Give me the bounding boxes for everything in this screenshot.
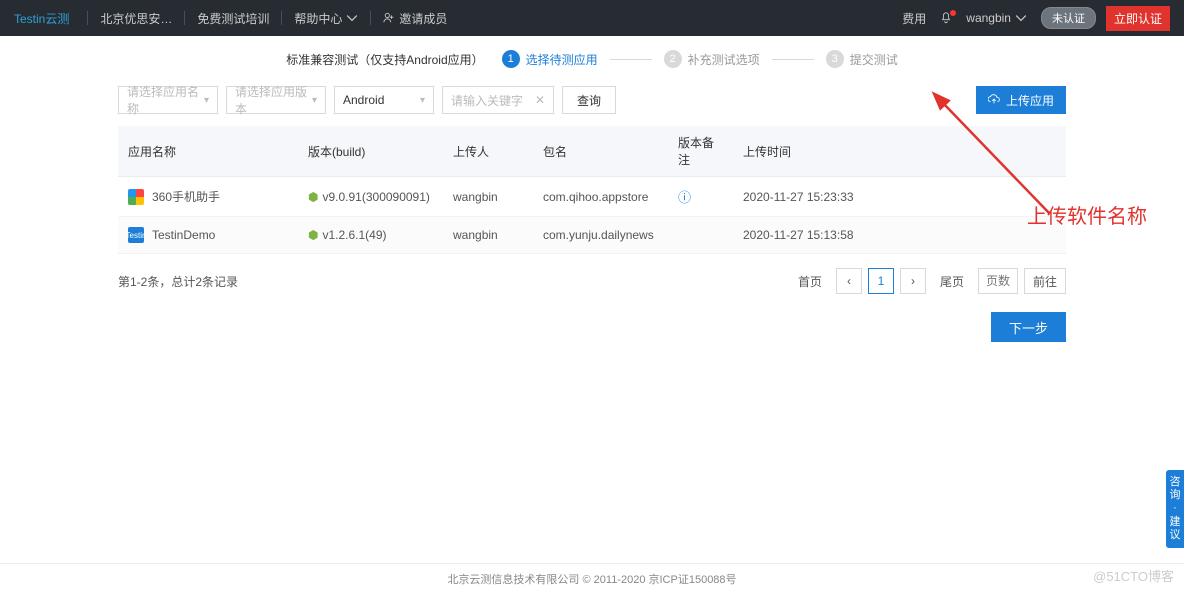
chevron-down-icon: ▾ <box>312 95 317 106</box>
app-version: v1.2.6.1(49) <box>322 228 386 242</box>
step-2[interactable]: 2补充测试选项 <box>664 50 760 68</box>
app-uploader: wangbin <box>443 177 533 217</box>
app-table: 应用名称 版本(build) 上传人 包名 版本备注 上传时间 360手机助手 … <box>118 126 1066 254</box>
search-placeholder: 请输入关键字 <box>451 92 523 109</box>
info-icon[interactable]: ⓘ <box>678 190 691 205</box>
nav-cost[interactable]: 费用 <box>902 10 926 27</box>
select-app-name[interactable]: 请选择应用名称 ▾ <box>118 86 218 114</box>
query-button[interactable]: 查询 <box>562 86 616 114</box>
android-icon: ⬢ <box>308 228 318 242</box>
feedback-tab[interactable]: 咨询 · 建议 <box>1166 470 1184 548</box>
nav-user[interactable]: wangbin <box>966 11 1027 25</box>
search-input[interactable]: 请输入关键字 ✕ <box>442 86 554 114</box>
page-first[interactable]: 首页 <box>790 268 830 294</box>
th-uploader: 上传人 <box>443 126 533 177</box>
page-info: 第1-2条，总计2条记录 <box>118 273 238 290</box>
select-platform-value: Android <box>343 93 384 107</box>
notification-dot <box>950 10 956 16</box>
chevron-down-icon <box>346 12 358 24</box>
table-row[interactable]: Testin TestinDemo ⬢ v1.2.6.1(49) wangbin c… <box>118 217 1066 254</box>
nav-user-label: wangbin <box>966 11 1011 25</box>
nav-help-label: 帮助中心 <box>294 10 342 27</box>
filter-bar: 请选择应用名称 ▾ 请选择应用版本 ▾ Android ▾ 请输入关键字 ✕ 查… <box>118 86 1066 114</box>
nav-invite-label: 邀请成员 <box>399 10 447 27</box>
th-version: 版本(build) <box>298 126 443 177</box>
footer: 北京云测信息技术有限公司 © 2011-2020 京ICP证150088号 <box>0 563 1184 593</box>
step-indicator: 标准兼容测试（仅支持Android应用） 1选择待测应用 2补充测试选项 3提交… <box>118 50 1066 68</box>
page-next[interactable]: › <box>900 268 926 294</box>
annotation-text: 上传软件名称 <box>1027 200 1147 229</box>
step-3[interactable]: 3提交测试 <box>826 50 898 68</box>
app-uploader: wangbin <box>443 217 533 254</box>
next-step-button[interactable]: 下一步 <box>991 312 1066 342</box>
page-prev[interactable]: ‹ <box>836 268 862 294</box>
top-nav: Testin云测 北京优思安… 免费测试培训 帮助中心 邀请成员 费用 wang… <box>0 0 1184 36</box>
upload-app-label: 上传应用 <box>1006 92 1054 109</box>
th-remark: 版本备注 <box>668 126 733 177</box>
th-time: 上传时间 <box>733 126 1066 177</box>
brand-logo[interactable]: Testin云测 <box>14 10 69 27</box>
app-package: com.qihoo.appstore <box>533 177 668 217</box>
user-plus-icon <box>383 12 395 24</box>
nav-notifications[interactable] <box>940 12 952 24</box>
page-current[interactable]: 1 <box>868 268 894 294</box>
nav-free-training[interactable]: 免费测试培训 <box>197 10 269 27</box>
select-app-version-placeholder: 请选择应用版本 <box>235 83 312 117</box>
chevron-down-icon: ▾ <box>204 95 209 106</box>
th-package: 包名 <box>533 126 668 177</box>
page-go[interactable]: 前往 <box>1024 268 1066 294</box>
app-name: 360手机助手 <box>152 188 220 205</box>
app-icon <box>128 189 144 205</box>
steps-title: 标准兼容测试（仅支持Android应用） <box>286 51 483 68</box>
page-number-input[interactable] <box>978 268 1018 294</box>
android-icon: ⬢ <box>308 190 318 204</box>
app-time: 2020-11-27 15:13:58 <box>733 217 1066 254</box>
th-name: 应用名称 <box>118 126 298 177</box>
step-1[interactable]: 1选择待测应用 <box>502 50 598 68</box>
org-name[interactable]: 北京优思安… <box>100 10 172 27</box>
select-platform[interactable]: Android ▾ <box>334 86 434 114</box>
main-container: 标准兼容测试（仅支持Android应用） 1选择待测应用 2补充测试选项 3提交… <box>118 36 1066 342</box>
upload-app-button[interactable]: 上传应用 <box>976 86 1066 114</box>
watermark: @51CTO博客 <box>1093 566 1174 585</box>
clear-icon[interactable]: ✕ <box>535 93 545 107</box>
cloud-upload-icon <box>988 94 1000 106</box>
page-last[interactable]: 尾页 <box>932 268 972 294</box>
certify-now-button[interactable]: 立即认证 <box>1106 6 1170 31</box>
select-app-version[interactable]: 请选择应用版本 ▾ <box>226 86 326 114</box>
table-row[interactable]: 360手机助手 ⬢ v9.0.91(300090091) wangbin com.… <box>118 177 1066 217</box>
uncertified-badge[interactable]: 未认证 <box>1041 7 1096 29</box>
nav-invite[interactable]: 邀请成员 <box>383 10 447 27</box>
app-name: TestinDemo <box>152 228 215 242</box>
app-time: 2020-11-27 15:23:33 <box>733 177 1066 217</box>
select-app-name-placeholder: 请选择应用名称 <box>127 83 204 117</box>
app-version: v9.0.91(300090091) <box>322 190 429 204</box>
app-icon: Testin <box>128 227 144 243</box>
app-package: com.yunju.dailynews <box>533 217 668 254</box>
pagination: 第1-2条，总计2条记录 首页 ‹ 1 › 尾页 前往 <box>118 268 1066 294</box>
chevron-down-icon <box>1015 12 1027 24</box>
nav-help-center[interactable]: 帮助中心 <box>294 10 358 27</box>
chevron-down-icon: ▾ <box>420 95 425 106</box>
